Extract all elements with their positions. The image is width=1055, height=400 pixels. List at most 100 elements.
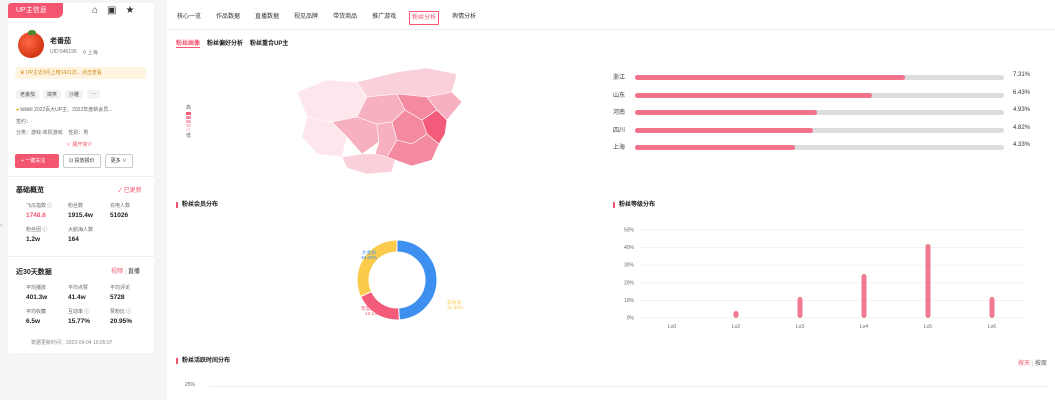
fan-subtabs: 粉丝画像 粉丝偏好分析 粉丝重合UP主 — [176, 38, 288, 48]
tag-item[interactable]: 搞笑 — [43, 90, 62, 99]
collapse-arrow-icon[interactable]: ‹ — [0, 222, 2, 229]
divider — [8, 256, 154, 257]
recent-toggle-video[interactable]: 视频 — [111, 269, 123, 275]
stat-label: 赞粉比 ⓘ — [110, 309, 132, 315]
stat-label: 粉丝数 — [68, 203, 84, 209]
donut-label: 非会员 — [447, 299, 462, 306]
activity-toggle-day[interactable]: 按天 — [1018, 361, 1030, 367]
province-name: 河南 — [613, 110, 626, 116]
donut-slice[interactable] — [356, 239, 398, 298]
province-bar-fill — [635, 127, 813, 133]
y-tick-label: 30% — [624, 263, 635, 269]
level-bar[interactable] — [797, 296, 803, 318]
map-legend-scale — [186, 112, 191, 131]
up-info-tab[interactable]: UP主信息 — [8, 3, 63, 18]
tab-item[interactable]: 作品数据 — [214, 11, 242, 25]
subtab-item[interactable]: 粉丝重合UP主 — [250, 38, 288, 48]
province-name: 浙江 — [613, 75, 626, 81]
stat-item: 飞瓜指数 ⓘ 1748.6 — [26, 202, 68, 219]
update-time: 数据更新时间：2023-09-04 10:05:07 — [31, 340, 113, 346]
legend-swatch — [186, 116, 191, 119]
stat-item: 互动率 ⓘ 15.77% — [68, 308, 110, 325]
location-pin-icon: ⚲ — [82, 50, 87, 56]
main-content: 核心一览 作品数据 直播数据 视见品牌 带货商品 推广游戏 粉丝分析 舆情分析 粉丝画像 粉丝偏… — [167, 0, 1055, 400]
level-bar[interactable] — [989, 296, 995, 318]
province-bar-fill — [635, 145, 795, 150]
bio-line: ● bilibili 2022百大UP主、2022年度新会员... — [16, 106, 112, 113]
stat-label: 大航海人数 — [68, 227, 94, 233]
stat-item: 平均点赞 41.4w — [68, 284, 110, 301]
bilibili-icon: ● — [16, 107, 20, 113]
tag-item[interactable]: ··· — [87, 90, 101, 99]
divider — [8, 176, 154, 177]
home-icon[interactable]: ⌂ — [92, 6, 98, 16]
category-line: 分类：游戏-单机游戏 性别：男 — [16, 129, 88, 136]
bio-text: bilibili 2022百大UP主、2022年度新会员... — [20, 107, 113, 113]
activity-toggle-week[interactable]: 按周 — [1035, 361, 1047, 367]
level-bar[interactable] — [861, 274, 867, 318]
tab-item[interactable]: 直播数据 — [253, 11, 281, 25]
ranking-notice[interactable]: ♛ UP主近3月上榜1421次，点击查看 — [15, 67, 146, 79]
stat-value: 15.77% — [68, 318, 91, 325]
tv-icon[interactable]: ▣ — [107, 6, 116, 16]
province-bar-fill — [635, 110, 817, 115]
up-nickname[interactable]: 老番茄 — [50, 36, 71, 46]
tag-item[interactable]: 沙雕 — [65, 90, 84, 99]
star-icon[interactable]: ★ — [126, 6, 135, 16]
level-bar[interactable] — [733, 310, 739, 318]
stat-value: 41.4w — [68, 294, 86, 301]
level-bar[interactable] — [925, 244, 931, 318]
china-fan-map[interactable] — [287, 62, 472, 180]
more-button-label[interactable]: 更多 — [111, 158, 121, 164]
chevron-down-icon: ∨ — [122, 158, 128, 164]
stat-value: 20.95% — [110, 318, 133, 325]
province-row[interactable]: 上海 4.33% — [613, 142, 1033, 152]
donut-value-label: 19.14% — [365, 311, 382, 317]
report-button[interactable]: ⊡ 投放报价 — [63, 154, 101, 168]
stat-item: 平均播放 401.3w — [26, 284, 68, 301]
province-pct: 7.31% — [1013, 72, 1031, 78]
top-icon-group: ⌂ ▣ ★ — [92, 6, 134, 16]
more-button[interactable]: 更多 ∨ — [104, 154, 134, 168]
subtab-item[interactable]: 粉丝偏好分析 — [207, 38, 243, 48]
donut-slice[interactable] — [396, 239, 438, 321]
expand-bio-link[interactable]: ∨ 展开简介 — [66, 141, 92, 148]
follow-button[interactable]: + 一键关注 — [15, 154, 59, 168]
province-row[interactable]: 浙江 7.31% — [613, 72, 1033, 82]
member-donut-chart[interactable]: 大会员49.06% 年度大会员19.14% 非会员31.80% — [317, 222, 477, 342]
tag-item[interactable]: 老番茄 — [16, 90, 40, 99]
map-region[interactable] — [356, 67, 458, 98]
donut-value-label: 31.80% — [447, 305, 464, 311]
map-region[interactable] — [296, 79, 368, 123]
province-pct: 4.33% — [1013, 142, 1031, 148]
basic-update-link[interactable]: ✓ 已更新 — [118, 185, 142, 194]
avatar[interactable] — [18, 30, 44, 58]
y-tick-label: 20% — [624, 280, 635, 286]
subtab-item[interactable]: 粉丝画像 — [176, 38, 201, 48]
ranking-notice-text[interactable]: UP主近3月上榜1421次，点击查看 — [26, 70, 102, 76]
tab-item[interactable]: 核心一览 — [175, 11, 203, 25]
province-bar-track — [635, 92, 1004, 98]
stat-item: 粉丝数 1915.4w — [68, 202, 110, 219]
province-row[interactable]: 山东 6.43% — [613, 90, 1033, 100]
province-row[interactable]: 河南 4.93% — [613, 107, 1033, 117]
map-legend-high: 高 — [186, 105, 192, 111]
stat-label: 充电人数 — [110, 203, 131, 209]
tab-item[interactable]: 舆情分析 — [450, 11, 478, 25]
x-tick-label: Lv0 — [668, 324, 676, 330]
activity-axis-tick: 25% — [185, 382, 196, 388]
tab-item[interactable]: 粉丝分析 — [409, 11, 440, 25]
donut-label: 大会员 — [362, 249, 377, 256]
tab-item[interactable]: 带货商品 — [331, 11, 359, 25]
report-button-label[interactable]: 投放报价 — [75, 158, 95, 164]
map-region[interactable] — [341, 153, 396, 175]
province-row[interactable]: 四川 4.82% — [613, 125, 1033, 135]
tab-item[interactable]: 视见品牌 — [292, 11, 320, 25]
stat-label: 飞瓜指数 ⓘ — [26, 203, 53, 209]
recent-toggle-live[interactable]: 直播 — [128, 269, 140, 275]
level-bar-chart[interactable]: 0% 10% 20% 30% 40% 50% Lv0 Lv2 Lv3 Lv4 Lv5 Lv6 — [612, 222, 1032, 340]
tab-item[interactable]: 推广游戏 — [370, 11, 398, 25]
x-tick-label: Lv6 — [988, 324, 996, 330]
x-tick-label: Lv4 — [860, 324, 868, 330]
y-tick-label: 0% — [627, 316, 635, 322]
